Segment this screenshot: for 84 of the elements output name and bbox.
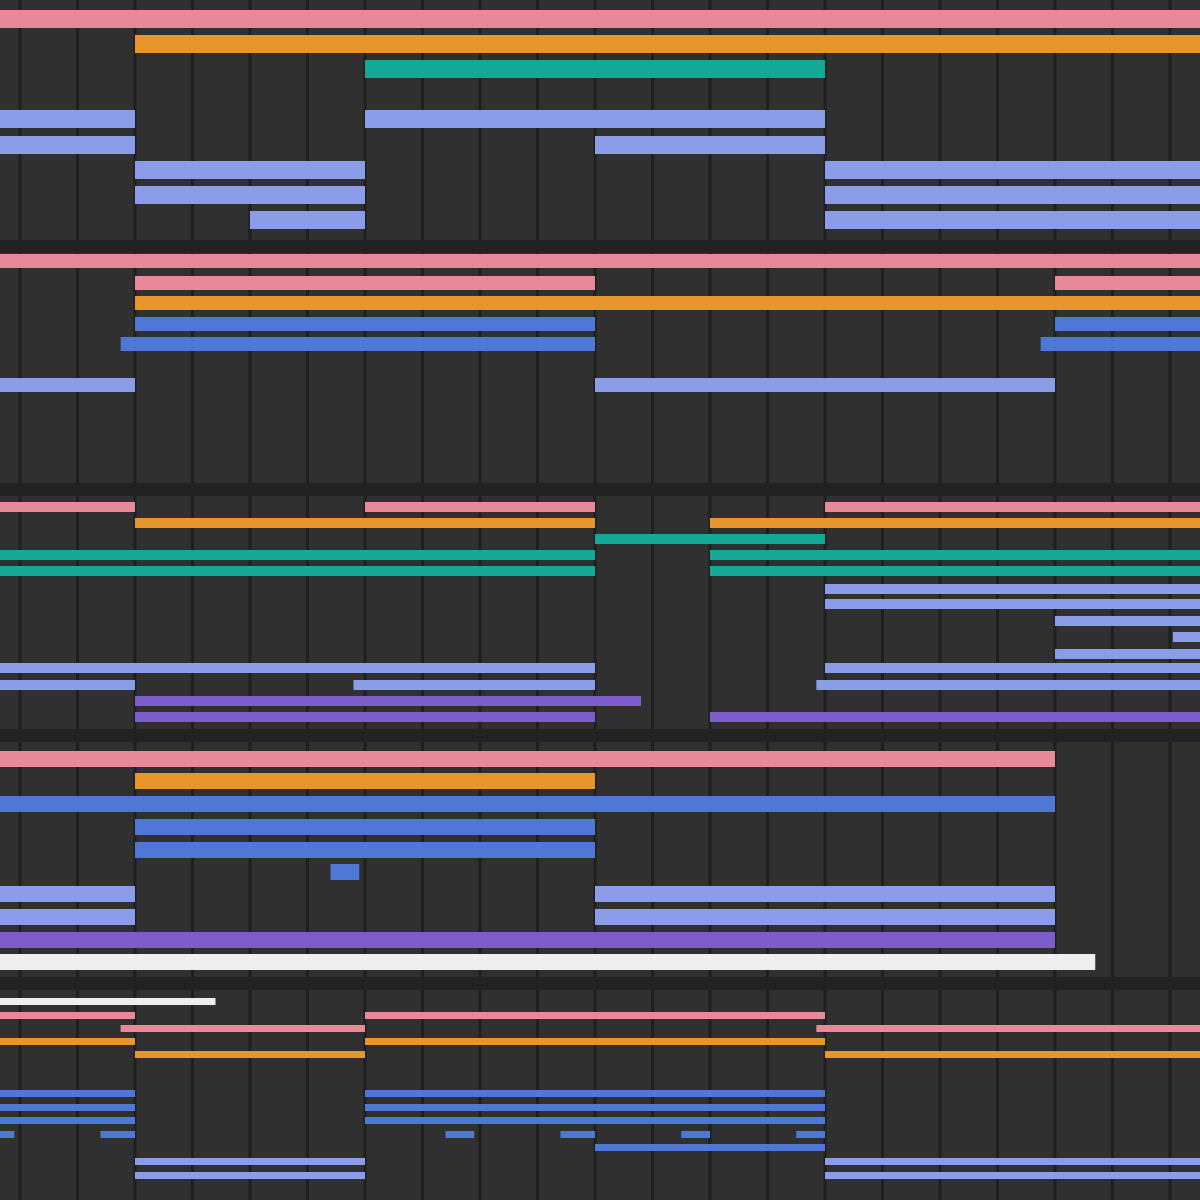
note-clip[interactable] [1055,616,1200,626]
note-clip[interactable] [0,886,135,902]
note-clip[interactable] [135,276,595,290]
note-clip[interactable] [0,909,135,925]
note-clip[interactable] [796,1131,825,1138]
note-clip[interactable] [0,796,1055,812]
note-clip[interactable] [816,1025,1200,1032]
note-clip[interactable] [710,712,1200,722]
note-clip[interactable] [825,663,1200,673]
note-clip[interactable] [0,1117,135,1124]
note-clip[interactable] [135,1158,365,1165]
note-clip[interactable] [365,502,595,512]
note-clip[interactable] [0,680,135,690]
note-clip[interactable] [825,584,1200,594]
note-clip[interactable] [825,599,1200,609]
note-clip[interactable] [0,110,135,128]
note-clip[interactable] [595,136,825,154]
note-clip[interactable] [710,518,1200,528]
note-clip[interactable] [135,696,641,706]
note-clip[interactable] [365,1038,825,1045]
note-clip[interactable] [353,680,595,690]
note-clip[interactable] [0,254,1200,268]
note-clip[interactable] [135,518,595,528]
note-clip[interactable] [681,1131,710,1138]
note-clip[interactable] [135,186,365,204]
note-clip[interactable] [0,1012,135,1019]
note-clip[interactable] [0,663,595,673]
note-clip[interactable] [0,566,595,576]
note-clip[interactable] [595,378,1055,392]
note-clip[interactable] [250,211,365,229]
note-clip[interactable] [0,932,1055,948]
note-clip[interactable] [120,337,595,351]
note-clip[interactable] [135,161,365,179]
note-clip[interactable] [825,186,1200,204]
note-clip[interactable] [0,1090,135,1097]
note-clip[interactable] [365,1104,825,1111]
note-clip[interactable] [825,1172,1200,1179]
note-clip[interactable] [816,680,1200,690]
note-clip[interactable] [560,1131,595,1138]
note-clip[interactable] [120,1025,365,1032]
note-clip[interactable] [0,502,135,512]
note-clip[interactable] [595,534,825,544]
note-clip[interactable] [0,1038,135,1045]
note-clip[interactable] [1172,632,1200,642]
note-clip[interactable] [135,317,595,331]
note-clip[interactable] [135,35,1200,53]
note-clip[interactable] [330,864,360,880]
note-clip[interactable] [0,954,1096,970]
note-clip[interactable] [710,566,1200,576]
note-clip[interactable] [0,550,595,560]
note-clip[interactable] [0,751,1055,767]
note-clip[interactable] [0,998,216,1005]
note-clip[interactable] [0,10,1200,28]
note-clip[interactable] [0,1131,15,1138]
note-clip[interactable] [135,1172,365,1179]
note-clip[interactable] [595,886,1055,902]
note-clip[interactable] [135,712,595,722]
note-clip[interactable] [1055,649,1200,659]
note-clip[interactable] [1055,317,1200,331]
note-clip[interactable] [0,378,135,392]
note-clip[interactable] [825,502,1200,512]
note-clip[interactable] [100,1131,135,1138]
note-clip[interactable] [0,1104,135,1111]
note-clip[interactable] [365,1117,825,1124]
note-clip[interactable] [825,1051,1200,1058]
note-clip[interactable] [825,211,1200,229]
note-clip[interactable] [365,110,825,128]
note-clip[interactable] [0,136,135,154]
note-clip[interactable] [1055,276,1200,290]
note-clip[interactable] [135,773,595,789]
note-clip[interactable] [365,60,825,78]
note-clip[interactable] [825,161,1200,179]
note-clip[interactable] [135,296,1200,310]
note-clip[interactable] [135,1051,365,1058]
note-clip[interactable] [595,1144,825,1151]
note-clip[interactable] [1040,337,1200,351]
note-clip[interactable] [135,819,595,835]
note-clip[interactable] [445,1131,475,1138]
note-clip[interactable] [825,1158,1200,1165]
note-clip[interactable] [135,842,595,858]
note-clip[interactable] [365,1012,825,1019]
note-clip[interactable] [365,1090,825,1097]
note-clip[interactable] [710,550,1200,560]
note-clip[interactable] [595,909,1055,925]
